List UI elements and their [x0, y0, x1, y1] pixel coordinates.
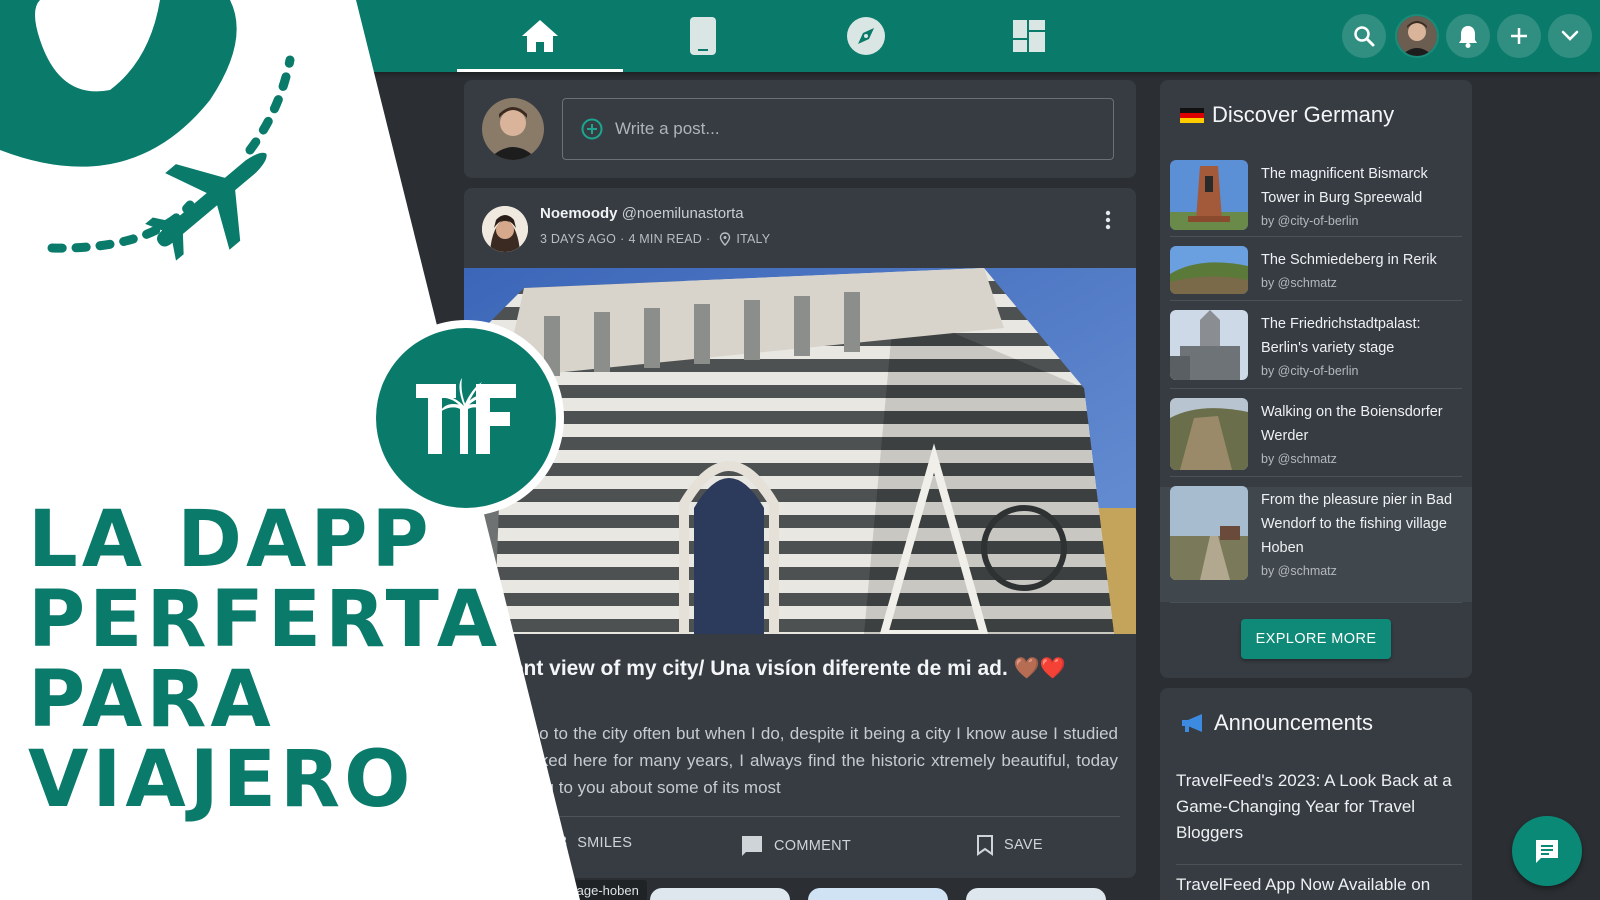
announcements-title: Announcements: [1180, 710, 1373, 736]
discover-item-thumbnail: [1170, 246, 1248, 294]
explore-more-button[interactable]: EXPLORE MORE: [1241, 619, 1391, 659]
discover-item-thumbnail: [1170, 398, 1248, 470]
next-post-thumbnail[interactable]: [808, 888, 948, 900]
post-options-button[interactable]: [1098, 208, 1118, 232]
discover-item[interactable]: From the pleasure pier in Bad Wendorf to…: [1170, 486, 1462, 582]
post-composer: Write a post...: [464, 80, 1136, 178]
announcement-item[interactable]: TravelFeed's 2023: A Look Back at a Game…: [1176, 768, 1462, 846]
link-tooltip: illage-hoben: [560, 880, 647, 900]
promo-headline: LA DAPP PERFERTA PARA VIAJERO: [28, 500, 508, 820]
more-vert-icon: [1105, 210, 1111, 230]
phone-icon: [690, 17, 716, 55]
write-post-input[interactable]: Write a post...: [562, 98, 1114, 160]
announcement-item[interactable]: TravelFeed App Now Available on: [1176, 872, 1462, 900]
write-post-placeholder: Write a post...: [615, 119, 720, 138]
notifications-button[interactable]: [1446, 14, 1490, 58]
post-card[interactable]: Noemoody @noemilunastorta 3 DAYS AGO · 4…: [464, 188, 1136, 878]
search-icon: [1354, 26, 1375, 47]
post-title[interactable]: fferent view of my city/ Una visíon dife…: [478, 654, 1118, 683]
post-author-handle[interactable]: @noemilunastorta: [622, 205, 744, 222]
discover-item-thumbnail: [1170, 486, 1248, 580]
add-circle-icon: [581, 118, 603, 140]
smiles-button[interactable]: 3 SMILES: [558, 834, 632, 852]
post-excerpt[interactable]: I don't go to the city often but when I …: [478, 720, 1118, 804]
post-meta: 3 DAYS AGO · 4 MIN READ · ITALY: [540, 232, 771, 246]
save-label: SAVE: [1004, 837, 1043, 853]
discover-item-title: Walking on the Boiensdorfer Werder: [1261, 404, 1443, 444]
discover-item-title: The magnificent Bismarck Tower in Burg S…: [1261, 166, 1428, 206]
discover-item-thumbnail: [1170, 310, 1248, 380]
nav-tab-home[interactable]: [457, 0, 623, 72]
discover-item-title: The Friedrichstadtpalast: Berlin's varie…: [1261, 316, 1421, 356]
post-author-avatar[interactable]: [482, 206, 528, 252]
post-age: 3 DAYS AGO: [540, 232, 617, 246]
smiles-label: SMILES: [577, 835, 633, 851]
post-cover-image[interactable]: [464, 268, 1136, 634]
chat-icon: [1536, 840, 1558, 863]
search-button[interactable]: [1342, 14, 1386, 58]
discover-germany-panel: Discover Germany The magnificent Bismarc…: [1160, 80, 1472, 678]
germany-flag-icon: [1180, 107, 1204, 123]
promo-headline-line: PERFERTA: [28, 575, 502, 665]
save-button[interactable]: SAVE: [976, 834, 1043, 856]
discover-item[interactable]: The magnificent Bismarck Tower in Burg S…: [1170, 160, 1462, 232]
menu-expand-button[interactable]: [1548, 14, 1592, 58]
compass-icon: [847, 17, 885, 55]
nav-tab-explore[interactable]: [783, 0, 949, 72]
discover-item-title: The Schmiedeberg in Rerik: [1261, 252, 1437, 268]
discover-item-author[interactable]: by @city-of-berlin: [1261, 210, 1462, 232]
discover-item-title: From the pleasure pier in Bad Wendorf to…: [1261, 492, 1453, 556]
post-author-line[interactable]: Noemoody @noemilunastorta: [540, 205, 744, 222]
location-pin-icon: [720, 232, 731, 246]
promo-headline-line: LA DAPP: [28, 495, 433, 585]
composer-avatar: [482, 98, 544, 160]
smiles-count: 3: [558, 834, 568, 851]
comment-icon: [742, 836, 762, 856]
discover-item-author[interactable]: by @schmatz: [1261, 272, 1462, 294]
promo-headline-line: VIAJERO: [28, 735, 415, 825]
megaphone-icon: [1182, 714, 1202, 732]
post-location[interactable]: ITALY: [736, 232, 770, 246]
dashboard-icon: [1013, 20, 1045, 52]
create-button[interactable]: [1497, 14, 1541, 58]
user-avatar[interactable]: [1395, 14, 1439, 58]
bell-icon: [1459, 26, 1477, 48]
chevron-down-icon: [1561, 30, 1579, 41]
travelfeed-logo-icon: [416, 378, 516, 454]
discover-item[interactable]: The Schmiedeberg in Rerik by @schmatz: [1170, 246, 1462, 294]
post-read-time: 4 MIN READ: [628, 232, 703, 246]
discover-item-author[interactable]: by @schmatz: [1261, 560, 1462, 582]
next-post-thumbnail[interactable]: [966, 888, 1106, 900]
discover-item-author[interactable]: by @city-of-berlin: [1261, 360, 1462, 382]
next-post-thumbnail[interactable]: [650, 888, 790, 900]
top-navigation-bar: [0, 0, 1600, 72]
post-actions: 3 SMILES COMMENT SAVE: [464, 824, 1136, 878]
post-divider: [478, 816, 1120, 817]
plus-icon: [1511, 28, 1527, 44]
bookmark-icon: [977, 835, 993, 856]
discover-title: Discover Germany: [1180, 102, 1394, 128]
comment-button[interactable]: COMMENT: [740, 834, 851, 858]
chat-button[interactable]: [1512, 816, 1582, 886]
nav-tab-dashboard[interactable]: [946, 0, 1112, 72]
travelfeed-logo: [368, 320, 564, 516]
discover-item-thumbnail: [1170, 160, 1248, 230]
nav-tab-mobile[interactable]: [620, 0, 786, 72]
comment-label: COMMENT: [774, 838, 852, 854]
discover-item[interactable]: Walking on the Boiensdorfer Werder by @s…: [1170, 398, 1462, 470]
discover-item[interactable]: The Friedrichstadtpalast: Berlin's varie…: [1170, 310, 1462, 382]
post-author-name[interactable]: Noemoody: [540, 205, 618, 222]
promo-headline-line: PARA: [28, 655, 275, 745]
airplane-icon: [145, 152, 267, 261]
discover-item-author[interactable]: by @schmatz: [1261, 448, 1462, 470]
home-icon: [522, 20, 558, 52]
